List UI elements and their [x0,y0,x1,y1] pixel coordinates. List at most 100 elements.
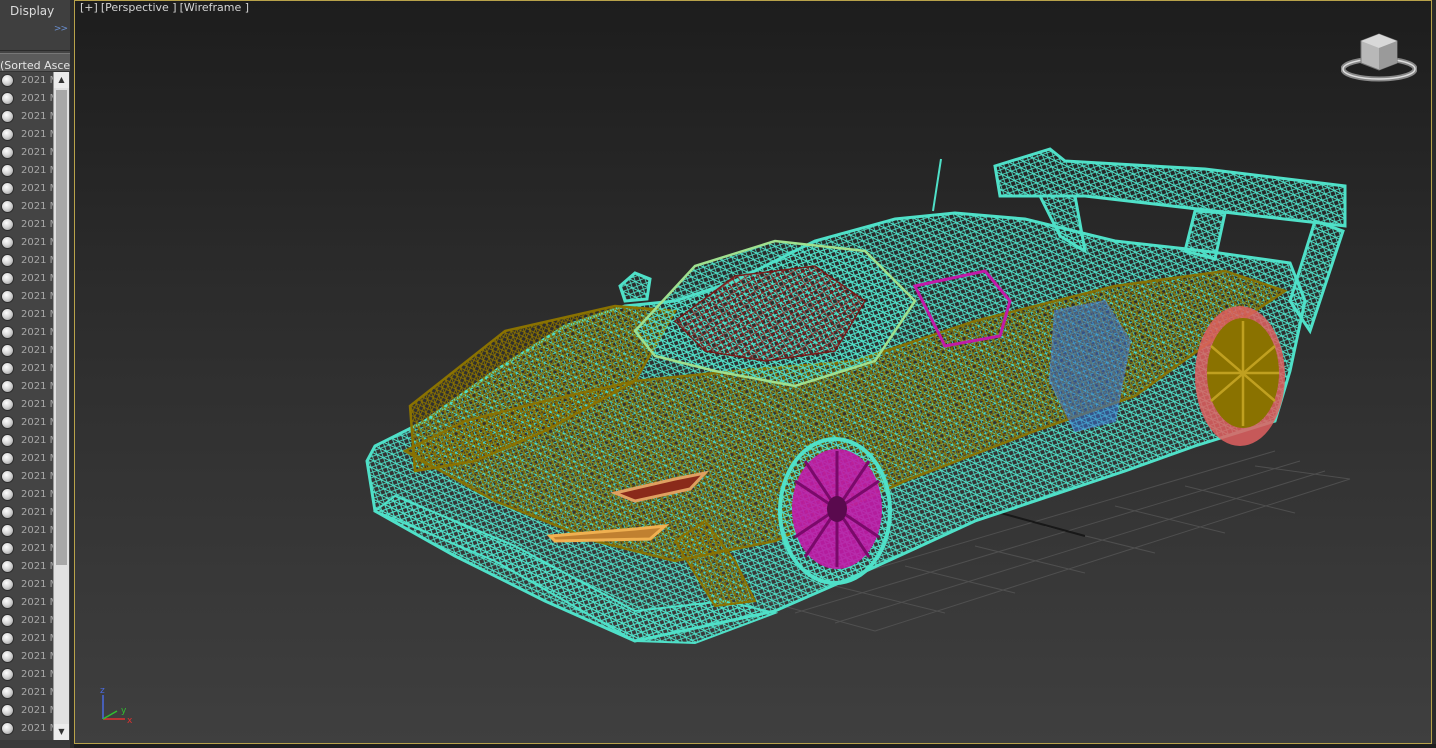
car-wireframe-model[interactable] [75,1,1432,744]
scene-list-item[interactable]: 2021 M [0,378,53,396]
visibility-bulb-icon[interactable] [1,578,14,591]
scene-object-name: 2021 M [21,363,53,374]
scene-list-item[interactable]: 2021 M [0,396,53,414]
visibility-bulb-icon[interactable] [1,560,14,573]
scene-list-item[interactable]: 2021 M [0,360,53,378]
visibility-bulb-icon[interactable] [1,290,14,303]
side-mirror [618,271,652,303]
visibility-bulb-icon[interactable] [1,524,14,537]
visibility-bulb-icon[interactable] [1,488,14,501]
visibility-bulb-icon[interactable] [1,614,14,627]
visibility-bulb-icon[interactable] [1,632,14,645]
scene-list-item[interactable]: 2021 M [0,612,53,630]
display-tab[interactable]: Display >> [0,0,70,51]
scroll-down-icon[interactable]: ▼ [54,724,69,740]
scene-list-item[interactable]: 2021 M [0,414,53,432]
scene-list-item[interactable]: 2021 M [0,450,53,468]
scene-list-item[interactable]: 2021 M [0,576,53,594]
scene-list-item[interactable]: 2021 M [0,234,53,252]
scene-list-item[interactable]: 2021 M [0,720,53,738]
scene-object-name: 2021 M [21,579,53,590]
scene-list-item[interactable]: 2021 M [0,126,53,144]
visibility-bulb-icon[interactable] [1,326,14,339]
scene-object-name: 2021 M [21,291,53,302]
visibility-bulb-icon[interactable] [1,470,14,483]
visibility-bulb-icon[interactable] [1,722,14,735]
scene-list-item[interactable]: 2021 M [0,306,53,324]
visibility-bulb-icon[interactable] [1,650,14,663]
visibility-bulb-icon[interactable] [1,128,14,141]
scene-list-item[interactable]: 2021 M [0,342,53,360]
visibility-bulb-icon[interactable] [1,254,14,267]
scene-list-item[interactable]: 2021 M [0,702,53,720]
visibility-bulb-icon[interactable] [1,200,14,213]
visibility-bulb-icon[interactable] [1,704,14,717]
visibility-bulb-icon[interactable] [1,506,14,519]
visibility-bulb-icon[interactable] [1,596,14,609]
scene-list-item[interactable]: 2021 M [0,108,53,126]
scene-list-item[interactable]: 2021 M [0,288,53,306]
visibility-bulb-icon[interactable] [1,92,14,105]
scene-list-item[interactable]: 2021 M [0,630,53,648]
scene-list-item[interactable]: 2021 M [0,252,53,270]
scene-list-item[interactable]: 2021 M [0,432,53,450]
scene-list-item[interactable]: 2021 M [0,468,53,486]
scene-list-item[interactable]: 2021 M [0,162,53,180]
visibility-bulb-icon[interactable] [1,668,14,681]
axis-tripod-icon: z y x [100,686,133,726]
scene-list-item[interactable]: 2021 M [0,144,53,162]
scene-object-name: 2021 M [21,327,53,338]
scene-list-item[interactable]: 2021 M [0,504,53,522]
visibility-bulb-icon[interactable] [1,434,14,447]
scene-object-name: 2021 M [21,219,53,230]
visibility-bulb-icon[interactable] [1,452,14,465]
visibility-bulb-icon[interactable] [1,272,14,285]
scene-list-item[interactable]: 2021 M [0,180,53,198]
scene-list-item[interactable]: 2021 M [0,270,53,288]
visibility-bulb-icon[interactable] [1,182,14,195]
scene-list-item[interactable]: 2021 M [0,666,53,684]
panel-bottom-strip [0,740,70,748]
scene-list-item[interactable]: 2021 M [0,684,53,702]
visibility-bulb-icon[interactable] [1,308,14,321]
scene-list-item[interactable]: 2021 M [0,486,53,504]
viewcube-icon[interactable] [1341,29,1417,85]
visibility-bulb-icon[interactable] [1,344,14,357]
visibility-bulb-icon[interactable] [1,110,14,123]
scene-list-item[interactable]: 2021 M [0,72,53,90]
scene-list-item[interactable]: 2021 M [0,522,53,540]
visibility-bulb-icon[interactable] [1,236,14,249]
scene-list-item[interactable]: 2021 M [0,648,53,666]
scene-list-item[interactable]: 2021 M [0,198,53,216]
visibility-bulb-icon[interactable] [1,686,14,699]
visibility-bulb-icon[interactable] [1,164,14,177]
scroll-up-icon[interactable]: ▲ [54,72,69,88]
scene-object-name: 2021 M [21,561,53,572]
scene-object-name: 2021 M [21,183,53,194]
visibility-bulb-icon[interactable] [1,542,14,555]
scene-object-name: 2021 M [21,255,53,266]
scene-object-name: 2021 M [21,147,53,158]
visibility-bulb-icon[interactable] [1,74,14,87]
scene-list-item[interactable]: 2021 M [0,324,53,342]
scene-object-name: 2021 M [21,417,53,428]
visibility-bulb-icon[interactable] [1,398,14,411]
visibility-bulb-icon[interactable] [1,146,14,159]
sort-column-header[interactable]: (Sorted Ascending) [0,53,70,72]
viewport-menu-button[interactable]: [+] [80,1,98,14]
visibility-bulb-icon[interactable] [1,416,14,429]
scene-list-item[interactable]: 2021 M [0,558,53,576]
scene-list-item[interactable]: 2021 M [0,90,53,108]
visibility-bulb-icon[interactable] [1,218,14,231]
scene-list-item[interactable]: 2021 M [0,594,53,612]
shading-mode-button[interactable]: [Wireframe ] [180,1,249,14]
list-scrollbar[interactable]: ▲ ▼ [53,72,69,740]
expand-arrows-icon[interactable]: >> [54,24,68,34]
visibility-bulb-icon[interactable] [1,362,14,375]
visibility-bulb-icon[interactable] [1,380,14,393]
scroll-thumb[interactable] [56,90,67,565]
view-mode-button[interactable]: [Perspective ] [101,1,177,14]
perspective-viewport[interactable]: [+] [Perspective ] [Wireframe ] z y x [74,0,1432,744]
scene-list-item[interactable]: 2021 M [0,540,53,558]
scene-list-item[interactable]: 2021 M [0,216,53,234]
